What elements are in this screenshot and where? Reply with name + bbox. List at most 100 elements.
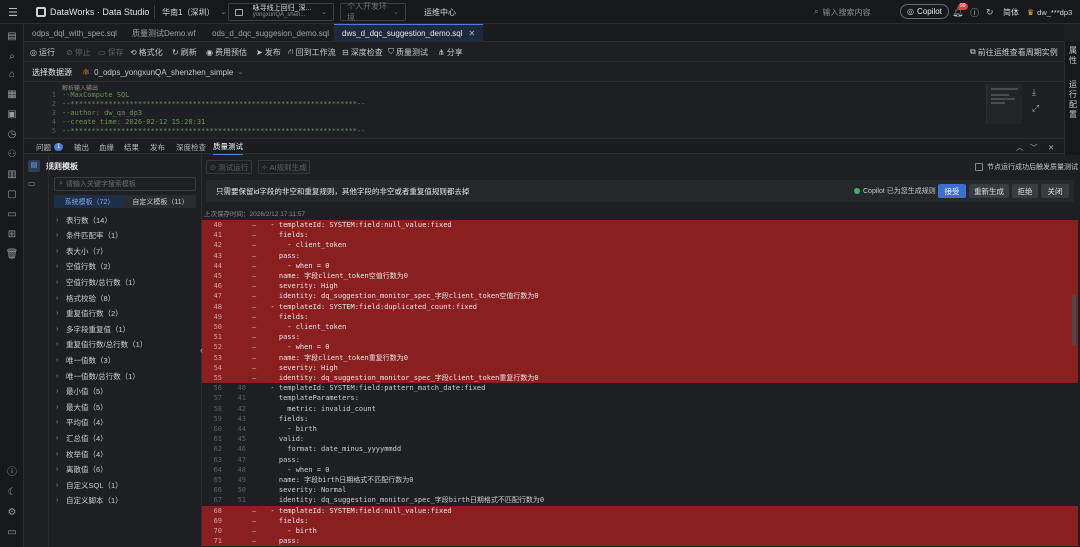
chevron-up-icon[interactable]: ︿ bbox=[1016, 139, 1024, 155]
rule-template-item[interactable]: › 枚举值（4） bbox=[56, 447, 108, 461]
reject-button[interactable]: 拒绝 bbox=[1012, 184, 1038, 198]
stop-button[interactable]: ⊘ 停止 bbox=[66, 42, 91, 62]
schedule-icon[interactable]: ◷ bbox=[5, 128, 19, 142]
deep-check-button[interactable]: ⊟ 深度检查 bbox=[342, 42, 383, 62]
grid-icon[interactable]: ⊞ bbox=[5, 228, 19, 242]
download-icon[interactable]: ⤓ bbox=[1032, 88, 1036, 98]
rule-template-item[interactable]: › 汇总值（4） bbox=[56, 431, 108, 445]
goto-ops-button[interactable]: ⧉ 前往运维查看周期实例 bbox=[970, 42, 1058, 62]
rule-template-item[interactable]: › 多字段重复值（1） bbox=[56, 322, 130, 336]
back-to-flow-button[interactable]: ⛙ 回到工作流 bbox=[288, 42, 336, 62]
rule-template-item[interactable]: › 最大值（5） bbox=[56, 400, 108, 414]
diff-marker: — bbox=[252, 537, 257, 546]
user-icon[interactable]: ⚇ bbox=[5, 148, 19, 162]
home-icon[interactable]: ⌂ bbox=[5, 68, 19, 82]
rule-template-item[interactable]: › 自定义脚本（1） bbox=[56, 494, 123, 508]
close-button[interactable]: 关闭 bbox=[1041, 184, 1069, 198]
attributes-tab[interactable]: 属性 bbox=[1067, 46, 1079, 66]
rule-template-item[interactable]: › 重复值行数（2） bbox=[56, 307, 123, 321]
format-button[interactable]: ⟲ 格式化 bbox=[130, 42, 163, 62]
run-config-tab[interactable]: 运行配置 bbox=[1067, 80, 1079, 120]
refresh-button[interactable]: ↻ 刷新 bbox=[172, 42, 197, 62]
notification-button[interactable]: 🔔︎ 99 bbox=[952, 0, 968, 24]
copilot-button[interactable]: ◎ Copilot bbox=[900, 4, 949, 19]
tab-dws-dqc[interactable]: dws_d_dqc_suggestion_demo.sql ✕ bbox=[334, 24, 484, 42]
template-search-input[interactable]: ⌕ 请输入关键字搜索模板 bbox=[54, 177, 196, 191]
cost-estimate-button[interactable]: ◉ 费用预估 bbox=[206, 42, 247, 62]
search-placeholder: 输入搜索内容 bbox=[822, 7, 871, 17]
tab-ods-dqc[interactable]: ods_d_dqc_suggesion_demo.sql bbox=[204, 24, 337, 42]
rule-template-item[interactable]: › 空值行数（2） bbox=[56, 260, 115, 274]
test-run-button[interactable]: ⊙ 测试运行 bbox=[206, 160, 252, 174]
trigger-checkbox[interactable] bbox=[975, 163, 983, 171]
tab-quality-test[interactable]: 质量测试 bbox=[213, 139, 243, 155]
sql-editor[interactable]: 解析输入输出 1 --MaxCompute SQL 2 --************… bbox=[24, 82, 1064, 137]
explorer-icon[interactable]: ▤ bbox=[5, 30, 19, 44]
user-menu[interactable]: ♛ dw_***dp3 bbox=[1027, 0, 1072, 24]
diff-scrollbar[interactable] bbox=[1072, 295, 1076, 345]
tab-quality-demo[interactable]: 质量测试Demo.wf bbox=[124, 24, 204, 42]
tab-odps-dql[interactable]: odps_dql_with_spec.sql bbox=[24, 24, 125, 42]
message-icon[interactable]: ▭ bbox=[5, 208, 19, 222]
history-icon[interactable]: ↻ bbox=[986, 0, 994, 24]
close-icon[interactable]: ✕ bbox=[1048, 139, 1054, 155]
rule-template-item[interactable]: › 表行数（14） bbox=[56, 213, 112, 227]
list-icon[interactable]: ▭ bbox=[28, 179, 36, 188]
region-selector[interactable]: 华南1（深圳） ⌄ bbox=[162, 0, 226, 24]
trash-icon[interactable]: 🗑︎ bbox=[5, 248, 19, 262]
tab-result[interactable]: 结果 bbox=[124, 139, 139, 155]
search-icon[interactable]: ⌕ bbox=[5, 50, 19, 64]
help-icon[interactable]: ⓘ bbox=[970, 0, 979, 24]
data-icon[interactable]: ▦ bbox=[5, 88, 19, 102]
rule-template-item[interactable]: › 表大小（7） bbox=[56, 244, 108, 258]
tab-custom-templates[interactable]: 自定义模板（11） bbox=[125, 195, 196, 208]
run-button[interactable]: ◎ 运行 bbox=[30, 42, 55, 62]
ai-generate-button[interactable]: ✧ AI规则生成 bbox=[258, 160, 310, 174]
minimap[interactable] bbox=[986, 84, 1022, 124]
template-icon[interactable]: ▤ bbox=[28, 160, 40, 172]
tab-output[interactable]: 输出 bbox=[74, 139, 89, 155]
fullscreen-icon[interactable]: ⤢ bbox=[1032, 104, 1039, 114]
tab-publish[interactable]: 发布 bbox=[150, 139, 165, 155]
rule-template-item[interactable]: › 平均值（4） bbox=[56, 416, 108, 430]
ops-center-link[interactable]: 运维中心 bbox=[424, 0, 456, 24]
accept-button[interactable]: 接受 bbox=[938, 184, 966, 198]
chevron-down-icon[interactable]: ﹀ bbox=[1030, 139, 1038, 155]
settings-icon[interactable]: ⚙ bbox=[5, 506, 19, 520]
rule-template-item[interactable]: › 离散值（6） bbox=[56, 463, 108, 477]
menu-icon[interactable]: ☰ bbox=[8, 0, 20, 24]
tab-system-templates[interactable]: 系统模板（72） bbox=[54, 195, 125, 208]
trigger-checkbox-row[interactable]: 节点运行成功后触发质量测试 bbox=[975, 160, 1078, 174]
share-button[interactable]: ⋔ 分享 bbox=[438, 42, 463, 62]
document-icon[interactable]: ▢ bbox=[5, 188, 19, 202]
env-selector[interactable]: 个人开发环境 ⌄ bbox=[340, 2, 406, 22]
terminal-icon[interactable]: ▭ bbox=[5, 526, 19, 540]
language-switch[interactable]: 简体 bbox=[1003, 0, 1019, 24]
chart-icon[interactable]: ▥ bbox=[5, 168, 19, 182]
rule-template-item[interactable]: › 条件匹配率（1） bbox=[56, 229, 123, 243]
rule-template-item[interactable]: › 格式校验（8） bbox=[56, 291, 115, 305]
save-button[interactable]: ▭ 保存 bbox=[98, 42, 124, 62]
rule-template-item[interactable]: › 唯一值数（3） bbox=[56, 353, 115, 367]
yaml-diff-view[interactable]: 40 — - templateId: SYSTEM:field:null_valu… bbox=[202, 220, 1078, 547]
quality-test-button[interactable]: ⛉ 质量测试 bbox=[388, 42, 428, 62]
tab-lineage[interactable]: 血缘 bbox=[99, 139, 114, 155]
rule-template-item[interactable]: › 自定义SQL（1） bbox=[56, 478, 123, 492]
collapse-sidebar-icon[interactable]: ‹ bbox=[200, 345, 208, 357]
tab-problems[interactable]: 问题 1 bbox=[36, 139, 64, 155]
rule-template-item[interactable]: › 唯一值数/总行数（1） bbox=[56, 369, 140, 383]
tab-deep-check[interactable]: 深度检查 bbox=[176, 139, 206, 155]
theme-icon[interactable]: ☾ bbox=[5, 486, 19, 500]
line-text: identity: dq_suggestion_monitor_spec_字段b… bbox=[262, 496, 545, 505]
workspace-selector[interactable]: 咏寻线上回归_深... yongxunQA_shen... ⌄ bbox=[228, 3, 334, 21]
close-icon[interactable]: ✕ bbox=[469, 29, 476, 38]
rule-template-item[interactable]: › 空值行数/总行数（1） bbox=[56, 275, 140, 289]
rule-template-item[interactable]: › 重复值行数/总行数（1） bbox=[56, 338, 147, 352]
rule-template-item[interactable]: › 最小值（5） bbox=[56, 385, 108, 399]
global-search[interactable]: ⌕ 输入搜索内容 bbox=[814, 0, 870, 24]
regenerate-button[interactable]: 重新生成 bbox=[969, 184, 1009, 198]
info-icon[interactable]: ⓘ bbox=[5, 466, 19, 480]
publish-button[interactable]: ➤ 发布 bbox=[256, 42, 281, 62]
dataset-icon[interactable]: ▣ bbox=[5, 108, 19, 122]
datasource-selector[interactable]: ⚛ 0_odps_yongxunQA_shenzhen_simple ⌄ bbox=[82, 62, 243, 82]
